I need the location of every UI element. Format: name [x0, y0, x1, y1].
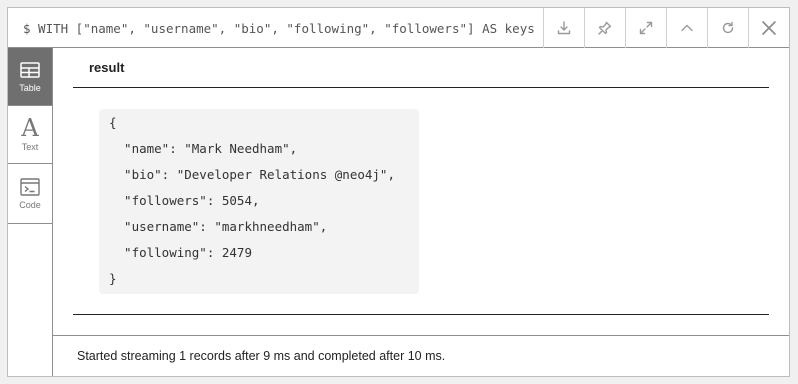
- frame-toolbar: $ WITH ["name", "username", "bio", "foll…: [8, 8, 789, 48]
- column-header: result: [73, 48, 769, 88]
- code-line: {: [109, 115, 117, 130]
- view-tab-label: Text: [21, 142, 39, 152]
- status-bar: Started streaming 1 records after 9 ms a…: [53, 335, 789, 376]
- pin-button[interactable]: [584, 8, 625, 48]
- fullscreen-button[interactable]: [625, 8, 666, 48]
- view-sidebar: Table A Text Code: [8, 48, 53, 376]
- code-line: "name": "Mark Needham",: [109, 141, 298, 156]
- query-text[interactable]: $ WITH ["name", "username", "bio", "foll…: [8, 8, 543, 48]
- table-icon: [20, 62, 40, 78]
- view-tab-text[interactable]: A Text: [8, 106, 52, 164]
- close-button[interactable]: [748, 8, 789, 48]
- result-frame: $ WITH ["name", "username", "bio", "foll…: [7, 7, 790, 377]
- result-cell[interactable]: { "name": "Mark Needham", "bio": "Develo…: [99, 109, 419, 294]
- pin-icon: [598, 21, 612, 35]
- code-line: "followers": 5054,: [109, 193, 260, 208]
- view-tab-label: Table: [19, 83, 41, 93]
- code-line: "following": 2479: [109, 245, 252, 260]
- view-tab-table[interactable]: Table: [8, 48, 52, 106]
- download-icon: [557, 21, 571, 35]
- download-button[interactable]: [543, 8, 584, 48]
- result-table: result { "name": "Mark Needham", "bio": …: [53, 48, 789, 376]
- column-header-label: result: [89, 60, 125, 75]
- expand-icon: [639, 21, 653, 35]
- row-divider: [73, 314, 769, 315]
- code-icon: [20, 178, 40, 196]
- text-icon: A: [21, 114, 39, 142]
- view-tab-code[interactable]: Code: [8, 164, 52, 224]
- collapse-button[interactable]: [666, 8, 707, 48]
- code-line: "bio": "Developer Relations @neo4j",: [109, 167, 395, 182]
- view-tab-label: Code: [19, 200, 41, 210]
- rerun-icon: [722, 21, 734, 34]
- code-line: "username": "markhneedham",: [109, 219, 328, 234]
- collapse-icon: [681, 24, 693, 32]
- close-icon: [762, 21, 776, 35]
- rerun-button[interactable]: [707, 8, 748, 48]
- code-line: }: [109, 271, 117, 286]
